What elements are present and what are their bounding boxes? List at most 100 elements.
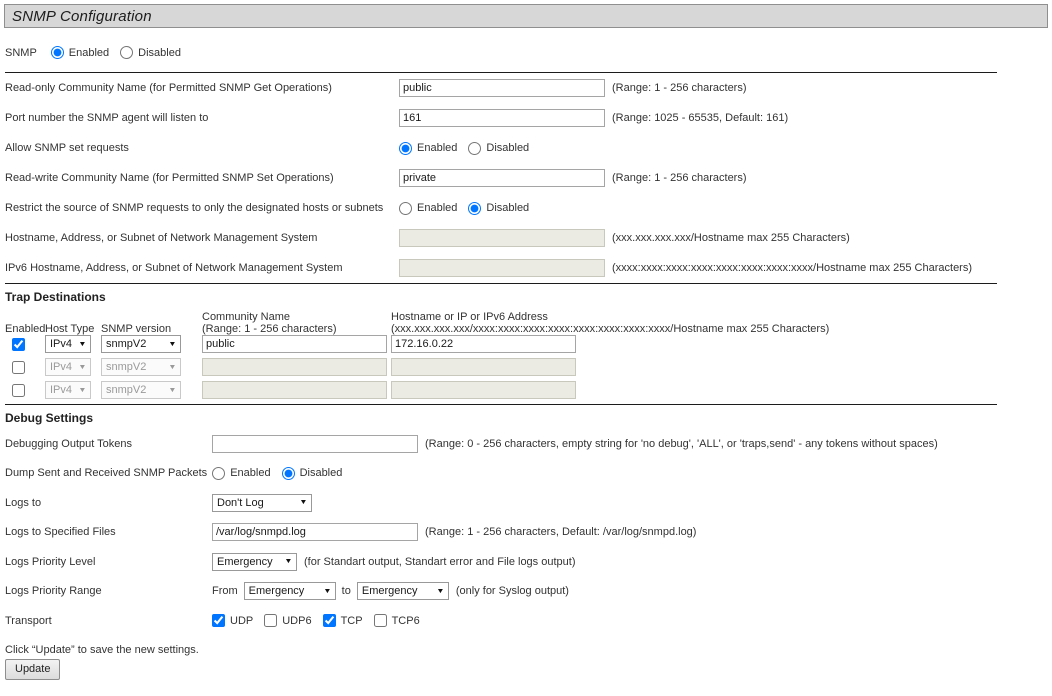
logs-to-value: Don't Log (217, 496, 264, 509)
dropdown-arrow-icon: ▼ (284, 558, 293, 566)
transport-udp-checkbox[interactable] (212, 614, 225, 628)
nms-host-input (399, 229, 605, 247)
trap-row3-snmp-version-value: snmpV2 (106, 384, 147, 396)
trap-row1-community-input[interactable] (202, 335, 387, 353)
trap-row3-enabled-checkbox[interactable] (12, 383, 25, 397)
restrict-source-disabled-radio[interactable] (468, 201, 482, 215)
dropdown-arrow-icon: ▼ (168, 386, 177, 394)
trap-col-community: Community Name (Range: 1 - 256 character… (202, 311, 391, 335)
restrict-source-disabled-option[interactable]: Disabled (468, 201, 529, 215)
snmp-enabled-option[interactable]: Enabled (50, 46, 110, 59)
trap-row3-host-type-value: IPv4 (50, 384, 73, 396)
trap-row1-hostname-input[interactable] (391, 335, 576, 353)
dropdown-arrow-icon: ▼ (168, 363, 177, 371)
priority-range-label: Logs Priority Range (5, 585, 102, 598)
page-title-bar: SNMP Configuration (4, 4, 1048, 28)
snmp-enabled-label: Enabled (68, 46, 110, 59)
read-write-community-label: Read-write Community Name (for Permitted… (5, 172, 334, 184)
nms-host-v6-input (399, 259, 605, 277)
priority-range-row: Logs Priority Range From Emergency ▼ to … (5, 577, 1052, 607)
trap-col-community-range: (Range: 1 - 256 characters) (202, 323, 337, 335)
trap-row2-hostname-input (391, 358, 576, 376)
debug-tokens-hint: (Range: 0 - 256 characters, empty string… (425, 437, 938, 450)
read-write-community-input[interactable] (399, 169, 605, 187)
transport-label: Transport (5, 614, 52, 627)
allow-set-disabled-option[interactable]: Disabled (468, 141, 529, 155)
read-only-community-label: Read-only Community Name (for Permitted … (5, 82, 332, 94)
dropdown-arrow-icon: ▼ (168, 340, 177, 348)
nms-host-row: Hostname, Address, or Subnet of Network … (5, 223, 1052, 253)
trap-row2-host-type-value: IPv4 (50, 361, 73, 373)
snmp-disabled-option[interactable]: Disabled (120, 46, 181, 59)
priority-level-label: Logs Priority Level (5, 555, 96, 568)
nms-host-v6-label: IPv6 Hostname, Address, or Subnet of Net… (5, 262, 343, 274)
snmp-enabled-radio[interactable] (50, 46, 64, 59)
priority-range-from-select[interactable]: Emergency ▼ (243, 582, 336, 601)
snmp-disabled-radio[interactable] (120, 46, 134, 59)
nms-host-v6-row: IPv6 Hostname, Address, or Subnet of Net… (5, 253, 1052, 283)
logs-file-label: Logs to Specified Files (5, 526, 116, 539)
read-only-community-row: Read-only Community Name (for Permitted … (5, 73, 1052, 103)
trap-row1-snmp-version-select[interactable]: snmpV2 ▼ (101, 335, 181, 353)
debug-tokens-input[interactable] (212, 434, 418, 453)
priority-level-hint: (for Standart output, Standart error and… (304, 555, 576, 568)
priority-level-row: Logs Priority Level Emergency ▼ (for Sta… (5, 547, 1052, 577)
snmp-port-input[interactable] (399, 109, 605, 127)
snmp-enable-row: SNMP Enabled Disabled (5, 41, 1052, 64)
transport-udp6-option[interactable]: UDP6 (264, 614, 312, 628)
dump-packets-disabled-radio[interactable] (281, 466, 295, 480)
allow-set-enabled-option[interactable]: Enabled (399, 141, 458, 155)
transport-tcp-checkbox[interactable] (322, 614, 336, 628)
read-only-community-input[interactable] (399, 79, 605, 97)
transport-row: Transport UDP UDP6 TCP TCP6 (5, 606, 1052, 636)
update-button[interactable]: Update (5, 658, 61, 680)
snmp-port-hint: (Range: 1025 - 65535, Default: 161) (612, 112, 789, 124)
trap-row3-snmp-version-select: snmpV2 ▼ (101, 381, 181, 399)
restrict-source-enabled-label: Enabled (417, 202, 458, 214)
priority-range-to-select[interactable]: Emergency ▼ (356, 582, 449, 601)
dump-packets-disabled-option[interactable]: Disabled (281, 466, 342, 480)
transport-tcp-option[interactable]: TCP (322, 614, 363, 628)
trap-row2-snmp-version-select: snmpV2 ▼ (101, 358, 181, 376)
trap-destinations-heading: Trap Destinations (5, 290, 106, 304)
dump-packets-row: Dump Sent and Received SNMP Packets Enab… (5, 459, 1052, 489)
priority-level-select[interactable]: Emergency ▼ (212, 552, 297, 571)
read-only-community-hint: (Range: 1 - 256 characters) (612, 82, 747, 94)
trap-row2-enabled-checkbox[interactable] (12, 360, 25, 374)
dump-packets-enabled-option[interactable]: Enabled (212, 466, 271, 480)
allow-set-enabled-label: Enabled (417, 142, 458, 154)
logs-file-hint: (Range: 1 - 256 characters, Default: /va… (425, 526, 697, 539)
transport-tcp6-label: TCP6 (391, 614, 420, 627)
restrict-source-label: Restrict the source of SNMP requests to … (5, 202, 384, 214)
trap-col-hostname-format: (xxx.xxx.xxx.xxx/xxxx:xxxx:xxxx:xxxx:xxx… (391, 323, 830, 335)
allow-set-enabled-radio[interactable] (399, 141, 412, 155)
dump-packets-enabled-radio[interactable] (212, 466, 226, 480)
debug-tokens-label: Debugging Output Tokens (5, 437, 132, 450)
priority-range-hint: (only for Syslog output) (455, 585, 569, 598)
dropdown-arrow-icon: ▼ (323, 587, 332, 595)
restrict-source-enabled-radio[interactable] (399, 201, 412, 215)
transport-udp-label: UDP (230, 614, 254, 627)
allow-set-requests-row: Allow SNMP set requests Enabled Disabled (5, 133, 1052, 163)
priority-range-from-value: Emergency (248, 585, 305, 598)
trap-row2-snmp-version-value: snmpV2 (106, 361, 147, 373)
transport-udp6-checkbox[interactable] (264, 614, 278, 628)
trap-destination-row-2: IPv4 ▼ snmpV2 ▼ (5, 358, 1052, 376)
allow-set-disabled-radio[interactable] (468, 141, 482, 155)
trap-row1-host-type-select[interactable]: IPv4 ▼ (45, 335, 91, 353)
trap-destination-row-1: IPv4 ▼ snmpV2 ▼ (5, 335, 1052, 353)
logs-file-input[interactable] (212, 523, 418, 542)
logs-to-row: Logs to Don't Log ▼ (5, 488, 1052, 518)
transport-udp6-label: UDP6 (282, 614, 312, 627)
restrict-source-enabled-option[interactable]: Enabled (399, 201, 458, 215)
transport-udp-option[interactable]: UDP (212, 614, 254, 628)
trap-col-community-title: Community Name (202, 311, 291, 323)
priority-range-from-word: From (212, 585, 238, 598)
transport-tcp6-option[interactable]: TCP6 (373, 614, 420, 628)
trap-col-hostname-title: Hostname or IP or IPv6 Address (391, 311, 548, 323)
nms-host-v6-hint: (xxxx:xxxx:xxxx:xxxx:xxxx:xxxx:xxxx:xxxx… (612, 262, 973, 274)
logs-to-select[interactable]: Don't Log ▼ (212, 493, 312, 512)
debug-settings-heading: Debug Settings (5, 411, 94, 425)
trap-row1-enabled-checkbox[interactable] (12, 337, 25, 351)
transport-tcp6-checkbox[interactable] (373, 614, 387, 628)
